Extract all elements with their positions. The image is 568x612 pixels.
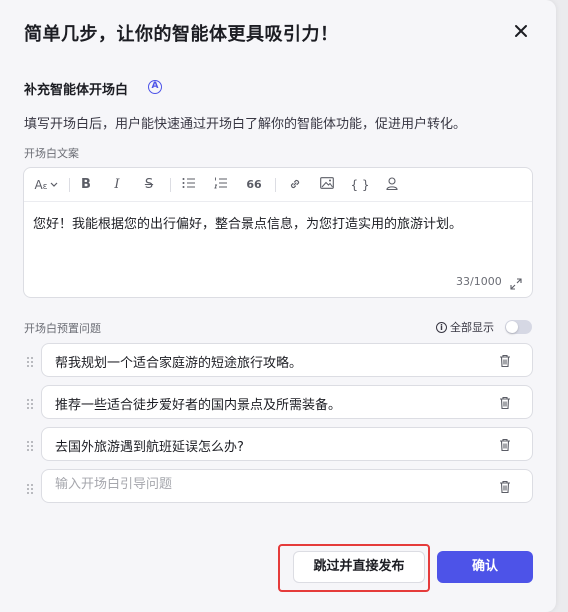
drag-handle-icon[interactable] xyxy=(26,437,34,451)
code-block-icon[interactable]: { } xyxy=(349,176,371,194)
show-all-control: i 全部显示 xyxy=(436,319,494,335)
bold-icon[interactable]: B xyxy=(77,176,95,194)
question-item[interactable]: 推荐一些适合徒步爱好者的国内景点及所需装备。 xyxy=(41,385,533,419)
close-icon[interactable] xyxy=(510,20,532,42)
user-variable-icon[interactable] xyxy=(383,176,401,194)
toolbar-divider xyxy=(69,178,70,192)
italic-icon[interactable]: I xyxy=(108,176,126,194)
show-all-toggle[interactable] xyxy=(505,320,532,334)
onboarding-modal: 简单几步，让你的智能体更具吸引力！ 补充智能体开场白 A 填写开场白后，用户能快… xyxy=(0,0,556,612)
editor-label: 开场白文案 xyxy=(24,147,79,160)
toolbar-divider xyxy=(170,178,171,192)
drag-handle-icon[interactable] xyxy=(26,480,34,494)
image-icon[interactable] xyxy=(318,176,336,194)
question-text[interactable]: 推荐一些适合徒步爱好者的国内景点及所需装备。 xyxy=(55,394,341,413)
editor-toolbar: Aε B I S 66 { } xyxy=(24,168,532,202)
trash-icon[interactable] xyxy=(498,479,512,494)
ordered-list-icon[interactable] xyxy=(212,176,230,194)
skip-publish-button[interactable]: 跳过并直接发布 xyxy=(293,551,425,583)
question-item[interactable]: 帮我规划一个适合家庭游的短途旅行攻略。 xyxy=(41,343,533,377)
chevron-down-icon[interactable] xyxy=(50,176,58,194)
questions-label: 开场白预置问题 xyxy=(24,322,101,335)
drag-handle-icon[interactable] xyxy=(26,395,34,409)
bullet-list-icon[interactable] xyxy=(180,176,198,194)
drag-handle-icon[interactable] xyxy=(26,353,34,367)
question-item[interactable]: 去国外旅游遇到航班延误怎么办? xyxy=(41,427,533,461)
new-question-field[interactable] xyxy=(41,469,533,503)
trash-icon[interactable] xyxy=(498,437,512,452)
char-counter: 33/1000 xyxy=(456,275,502,288)
trash-icon[interactable] xyxy=(498,353,512,368)
question-text[interactable]: 去国外旅游遇到航班延误怎么办? xyxy=(55,436,244,455)
confirm-button[interactable]: 确认 xyxy=(437,551,533,583)
new-question-input[interactable] xyxy=(55,477,485,492)
trash-icon[interactable] xyxy=(498,395,512,410)
toolbar-divider xyxy=(275,178,276,192)
section-description: 填写开场白后，用户能快速通过开场白了解你的智能体功能，促进用户转化。 xyxy=(24,117,467,132)
quote-icon[interactable]: 66 xyxy=(244,176,264,194)
section-title: 补充智能体开场白 xyxy=(24,83,129,98)
modal-title: 简单几步，让你的智能体更具吸引力！ xyxy=(24,24,339,45)
info-icon[interactable]: i xyxy=(436,321,447,333)
question-text[interactable]: 帮我规划一个适合家庭游的短途旅行攻略。 xyxy=(55,352,302,371)
font-size-icon[interactable]: Aε xyxy=(30,176,52,194)
toggle-knob xyxy=(506,321,518,333)
show-all-label: 全部显示 xyxy=(450,321,494,334)
link-icon[interactable] xyxy=(286,176,304,194)
editor-content[interactable]: 您好！我能根据您的出行偏好，整合景点信息，为您打造实用的旅游计划。 xyxy=(33,213,462,232)
prologue-editor[interactable]: Aε B I S 66 { } 您好！我能根据您的出行偏好，整合景点信息，为您打… xyxy=(23,167,533,298)
ai-generate-icon[interactable]: A xyxy=(148,80,162,94)
expand-icon[interactable] xyxy=(510,275,522,294)
strikethrough-icon[interactable]: S xyxy=(140,176,158,194)
